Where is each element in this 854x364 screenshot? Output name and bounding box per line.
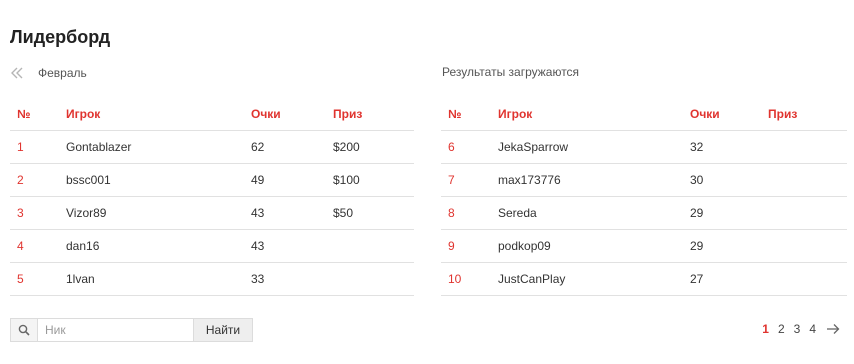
month-navigation: Февраль <box>10 65 87 81</box>
nickname-search-input[interactable] <box>37 318 194 342</box>
column-header-points: Очки <box>251 97 333 131</box>
table-row: 1 Gontablazer 62 $200 <box>10 130 414 164</box>
points-cell: 29 <box>690 196 768 230</box>
table-row: 2 bssc001 49 $100 <box>10 163 414 197</box>
rank-cell: 1 <box>10 130 66 164</box>
table-row: 10 JustCanPlay 27 <box>441 262 847 296</box>
table-header-row: № Игрок Очки Приз <box>10 97 414 131</box>
prize-cell <box>333 262 414 296</box>
leaderboard-table-left: № Игрок Очки Приз 1 Gontablazer 62 $200 … <box>10 97 414 296</box>
table-row: 3 Vizor89 43 $50 <box>10 196 414 230</box>
table-header-row: № Игрок Очки Приз <box>441 97 847 131</box>
points-cell: 32 <box>690 130 768 164</box>
table-row: 7 max173776 30 <box>441 163 847 197</box>
player-cell: JekaSparrow <box>498 130 690 164</box>
column-header-rank: № <box>441 97 498 131</box>
player-search: Найти <box>10 318 253 342</box>
column-header-prize: Приз <box>768 97 847 131</box>
column-header-points: Очки <box>690 97 768 131</box>
table-row: 5 1lvan 33 <box>10 262 414 296</box>
page-link-3[interactable]: 3 <box>794 322 801 336</box>
player-cell: Gontablazer <box>66 130 251 164</box>
table-row: 4 dan16 43 <box>10 229 414 263</box>
rank-cell: 4 <box>10 229 66 263</box>
points-cell: 43 <box>251 229 333 263</box>
double-chevron-left-icon[interactable] <box>10 66 24 80</box>
player-cell: dan16 <box>66 229 251 263</box>
player-cell: Sereda <box>498 196 690 230</box>
prize-cell: $100 <box>333 163 414 197</box>
search-button[interactable]: Найти <box>194 318 253 342</box>
player-cell: JustCanPlay <box>498 262 690 296</box>
points-cell: 27 <box>690 262 768 296</box>
page-link-4[interactable]: 4 <box>809 322 816 336</box>
column-header-player: Игрок <box>498 97 690 131</box>
table-row: 8 Sereda 29 <box>441 196 847 230</box>
table-row: 9 podkop09 29 <box>441 229 847 263</box>
prize-cell: $200 <box>333 130 414 164</box>
player-cell: Vizor89 <box>66 196 251 230</box>
rank-cell: 8 <box>441 196 498 230</box>
table-row: 6 JekaSparrow 32 <box>441 130 847 164</box>
points-cell: 43 <box>251 196 333 230</box>
rank-cell: 10 <box>441 262 498 296</box>
column-header-player: Игрок <box>66 97 251 131</box>
rank-cell: 9 <box>441 229 498 263</box>
column-header-rank: № <box>10 97 66 131</box>
points-cell: 62 <box>251 130 333 164</box>
prize-cell: $50 <box>333 196 414 230</box>
prize-cell <box>768 196 847 230</box>
search-icon[interactable] <box>10 318 37 342</box>
prize-cell <box>333 229 414 263</box>
points-cell: 29 <box>690 229 768 263</box>
player-cell: bssc001 <box>66 163 251 197</box>
prize-cell <box>768 262 847 296</box>
leaderboard-table-right: № Игрок Очки Приз 6 JekaSparrow 32 7 max… <box>441 97 847 296</box>
prize-cell <box>768 229 847 263</box>
rank-cell: 3 <box>10 196 66 230</box>
points-cell: 30 <box>690 163 768 197</box>
player-cell: 1lvan <box>66 262 251 296</box>
rank-cell: 7 <box>441 163 498 197</box>
loading-status: Результаты загружаются <box>442 65 580 79</box>
rank-cell: 6 <box>441 130 498 164</box>
prize-cell <box>768 163 847 197</box>
prize-cell <box>768 130 847 164</box>
points-cell: 33 <box>251 262 333 296</box>
player-cell: max173776 <box>498 163 690 197</box>
month-label: Февраль <box>38 66 87 80</box>
arrow-right-icon[interactable] <box>826 323 840 335</box>
rank-cell: 2 <box>10 163 66 197</box>
pagination: 1 2 3 4 <box>762 322 840 336</box>
page-title: Лидерборд <box>10 27 111 47</box>
rank-cell: 5 <box>10 262 66 296</box>
page-link-1[interactable]: 1 <box>762 322 769 336</box>
page-link-2[interactable]: 2 <box>778 322 785 336</box>
points-cell: 49 <box>251 163 333 197</box>
player-cell: podkop09 <box>498 229 690 263</box>
leaderboard-page: Лидерборд Февраль Результаты загружаются… <box>0 0 854 364</box>
column-header-prize: Приз <box>333 97 414 131</box>
